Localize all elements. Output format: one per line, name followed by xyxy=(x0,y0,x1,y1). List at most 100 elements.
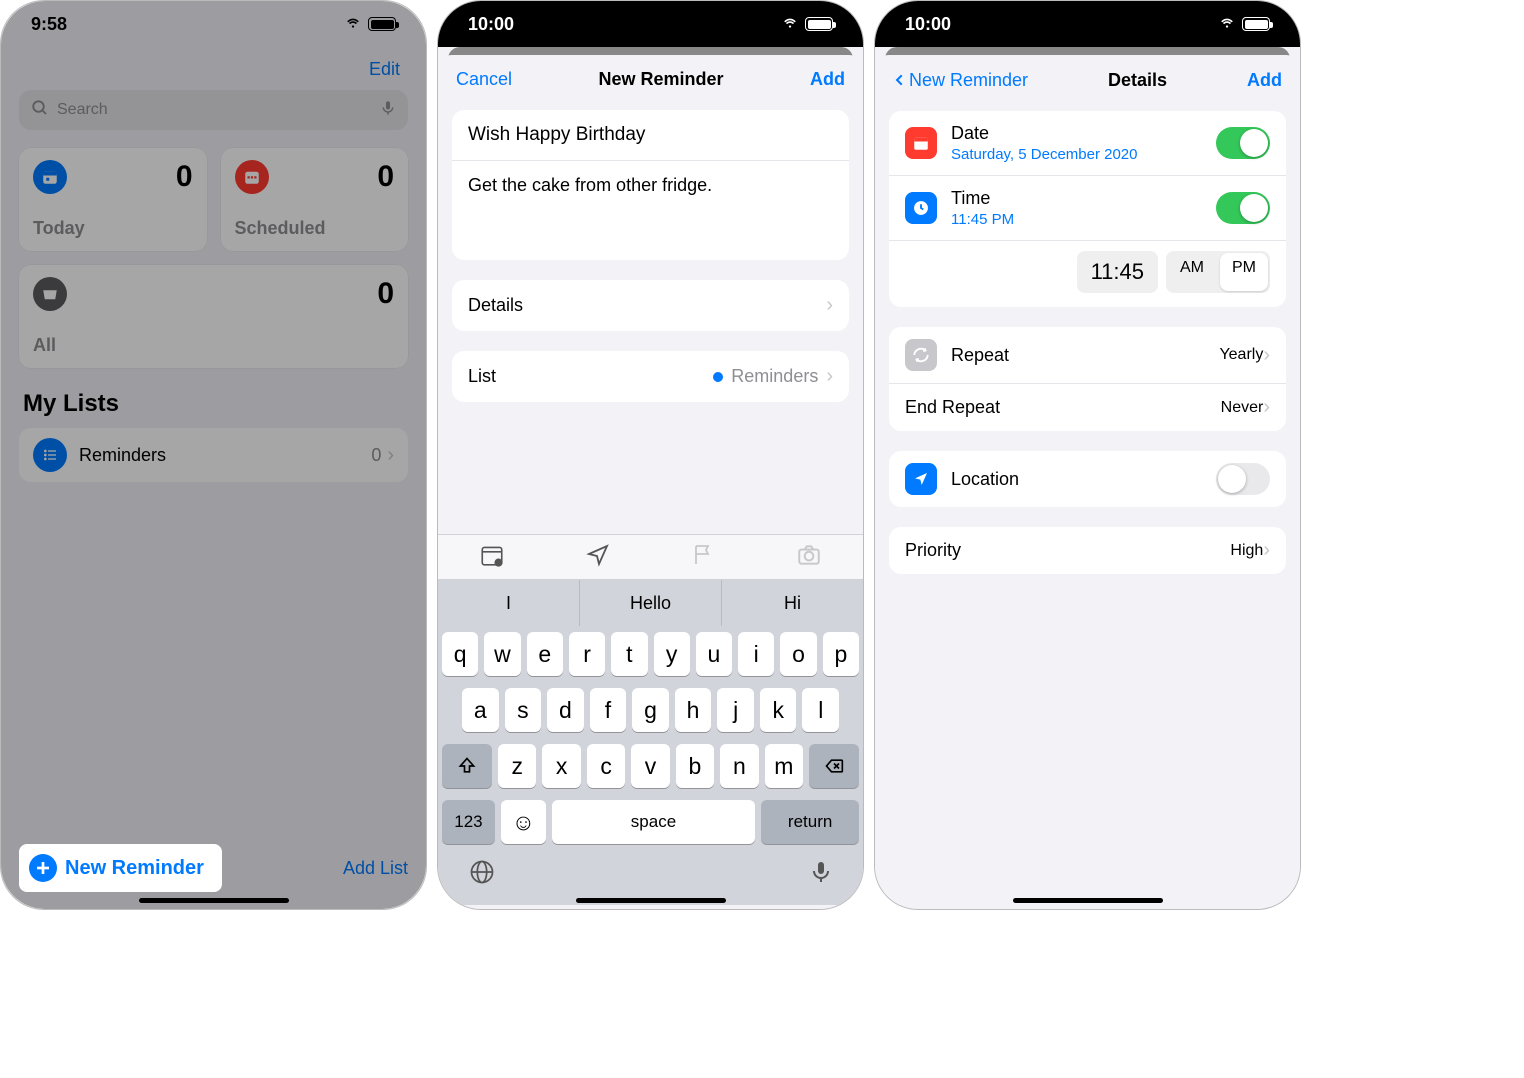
key-w[interactable]: w xyxy=(484,632,520,676)
return-key[interactable]: return xyxy=(761,800,859,844)
mic-icon[interactable] xyxy=(380,98,396,123)
end-repeat-row[interactable]: End Repeat Never › xyxy=(889,383,1286,431)
am-option[interactable]: AM xyxy=(1166,251,1218,293)
key-c[interactable]: c xyxy=(587,744,625,788)
search-input[interactable]: Search xyxy=(19,90,408,130)
location-icon[interactable] xyxy=(586,543,610,572)
key-r[interactable]: r xyxy=(569,632,605,676)
key-t[interactable]: t xyxy=(611,632,647,676)
date-switch[interactable] xyxy=(1216,127,1270,159)
all-label: All xyxy=(33,335,394,356)
list-count: 0 xyxy=(371,445,381,466)
battery-icon xyxy=(1242,17,1270,31)
location-row[interactable]: Location xyxy=(889,451,1286,507)
all-card[interactable]: 0 All xyxy=(19,265,408,368)
key-e[interactable]: e xyxy=(527,632,563,676)
search-icon xyxy=(31,99,49,122)
flag-icon[interactable] xyxy=(691,543,715,572)
clock-icon xyxy=(905,192,937,224)
new-reminder-button[interactable]: New Reminder xyxy=(19,844,222,892)
details-title: Details xyxy=(1108,70,1167,91)
back-button[interactable]: New Reminder xyxy=(893,69,1028,91)
key-p[interactable]: p xyxy=(823,632,859,676)
add-button[interactable]: Add xyxy=(810,69,845,90)
key-l[interactable]: l xyxy=(802,688,839,732)
list-name: Reminders xyxy=(79,445,166,466)
today-card[interactable]: 0 Today xyxy=(19,148,207,251)
key-a[interactable]: a xyxy=(462,688,499,732)
key-n[interactable]: n xyxy=(720,744,758,788)
home-indicator[interactable] xyxy=(1013,898,1163,903)
suggestion[interactable]: Hi xyxy=(722,580,863,626)
scheduled-count: 0 xyxy=(377,160,394,194)
delete-key[interactable] xyxy=(809,744,859,788)
cancel-button[interactable]: Cancel xyxy=(456,69,512,90)
emoji-key[interactable]: ☺ xyxy=(501,800,546,844)
keyboard-toolbar xyxy=(438,534,863,580)
space-key[interactable]: space xyxy=(552,800,756,844)
time-picker[interactable]: 11:45 xyxy=(1077,251,1158,293)
wifi-icon xyxy=(344,14,362,35)
chevron-right-icon: › xyxy=(1263,344,1270,367)
keyboard[interactable]: I Hello Hi qwertyuiop asdfghjkl zxcvbnm … xyxy=(438,580,863,905)
list-row[interactable]: List Reminders › xyxy=(452,351,849,402)
key-x[interactable]: x xyxy=(542,744,580,788)
chevron-right-icon: › xyxy=(826,294,833,317)
new-reminder-sheet: 10:00 Cancel New Reminder Add Wish Happy… xyxy=(437,0,864,910)
home-indicator[interactable] xyxy=(576,898,726,903)
key-m[interactable]: m xyxy=(765,744,803,788)
sheet-title: New Reminder xyxy=(598,69,723,90)
add-button[interactable]: Add xyxy=(1247,70,1282,91)
date-row[interactable]: Date Saturday, 5 December 2020 xyxy=(889,111,1286,175)
reminders-list-row[interactable]: Reminders 0 › xyxy=(19,428,408,482)
key-f[interactable]: f xyxy=(590,688,627,732)
repeat-row[interactable]: Repeat Yearly › xyxy=(889,327,1286,383)
camera-icon[interactable] xyxy=(796,542,822,573)
home-indicator[interactable] xyxy=(139,898,289,903)
location-icon xyxy=(905,463,937,495)
dictation-icon[interactable] xyxy=(809,858,833,891)
globe-icon[interactable] xyxy=(468,858,496,891)
suggestion[interactable]: Hello xyxy=(580,580,722,626)
scheduled-label: Scheduled xyxy=(235,218,395,239)
chevron-right-icon: › xyxy=(387,444,394,467)
edit-button[interactable]: Edit xyxy=(19,53,408,90)
battery-icon xyxy=(368,17,396,31)
status-icons xyxy=(1218,14,1270,35)
key-y[interactable]: y xyxy=(654,632,690,676)
key-h[interactable]: h xyxy=(675,688,712,732)
numbers-key[interactable]: 123 xyxy=(442,800,495,844)
title-field[interactable]: Wish Happy Birthday xyxy=(452,110,849,160)
key-v[interactable]: v xyxy=(631,744,669,788)
time-row[interactable]: Time 11:45 PM xyxy=(889,175,1286,240)
status-bar: 10:00 xyxy=(875,1,1300,47)
key-b[interactable]: b xyxy=(676,744,714,788)
priority-row[interactable]: Priority High › xyxy=(889,527,1286,574)
key-o[interactable]: o xyxy=(780,632,816,676)
notes-field[interactable]: Get the cake from other fridge. xyxy=(452,160,849,260)
details-screen: 10:00 New Reminder Details Add Date Satu… xyxy=(874,0,1301,910)
repeat-icon xyxy=(905,339,937,371)
wifi-icon xyxy=(781,14,799,35)
add-list-button[interactable]: Add List xyxy=(343,858,408,879)
key-u[interactable]: u xyxy=(696,632,732,676)
scheduled-card[interactable]: 0 Scheduled xyxy=(221,148,409,251)
key-q[interactable]: q xyxy=(442,632,478,676)
ampm-segment[interactable]: AM PM xyxy=(1166,251,1270,293)
key-g[interactable]: g xyxy=(632,688,669,732)
calendar-icon[interactable] xyxy=(479,542,505,573)
battery-icon xyxy=(805,17,833,31)
location-switch[interactable] xyxy=(1216,463,1270,495)
key-s[interactable]: s xyxy=(505,688,542,732)
details-row[interactable]: Details › xyxy=(452,280,849,331)
key-d[interactable]: d xyxy=(547,688,584,732)
shift-key[interactable] xyxy=(442,744,492,788)
key-k[interactable]: k xyxy=(760,688,797,732)
key-i[interactable]: i xyxy=(738,632,774,676)
suggestion[interactable]: I xyxy=(438,580,580,626)
pm-option[interactable]: PM xyxy=(1220,253,1268,291)
time-switch[interactable] xyxy=(1216,192,1270,224)
key-z[interactable]: z xyxy=(498,744,536,788)
key-j[interactable]: j xyxy=(717,688,754,732)
chevron-right-icon: › xyxy=(1263,539,1270,562)
